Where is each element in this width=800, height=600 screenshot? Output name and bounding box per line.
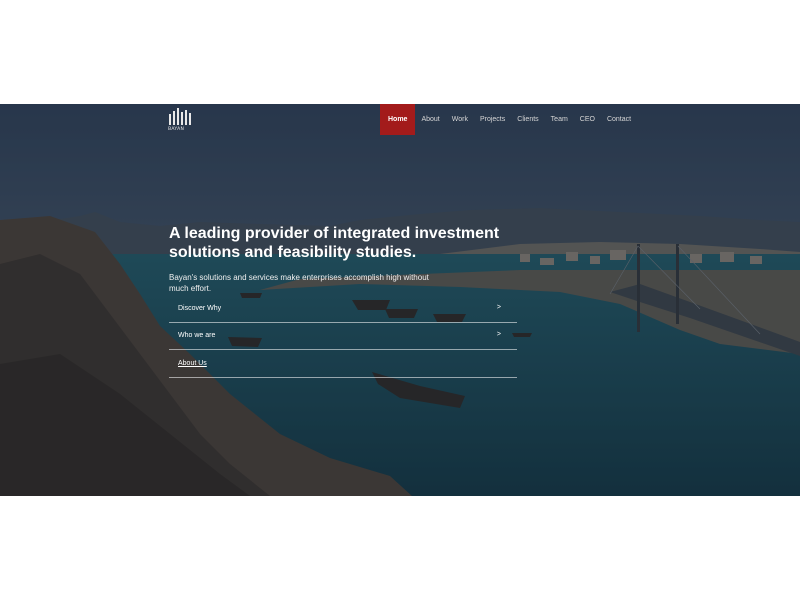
nav-item-work[interactable]: Work bbox=[446, 104, 474, 135]
main-nav: Home About Work Projects Clients Team CE… bbox=[380, 104, 637, 135]
about-us-link[interactable]: About Us bbox=[169, 352, 517, 378]
nav-item-about[interactable]: About bbox=[415, 104, 445, 135]
nav-item-projects[interactable]: Projects bbox=[474, 104, 511, 135]
discover-why-label: Discover Why bbox=[178, 305, 222, 312]
logo[interactable]: BAYAN bbox=[168, 108, 198, 134]
nav-item-ceo[interactable]: CEO bbox=[574, 104, 601, 135]
discover-why-link[interactable]: Discover Why > bbox=[169, 297, 517, 323]
nav-item-contact[interactable]: Contact bbox=[601, 104, 637, 135]
chevron-right-icon: > bbox=[496, 304, 501, 311]
about-us-label: About Us bbox=[178, 360, 207, 367]
hero-headline: A leading provider of integrated investm… bbox=[169, 225, 500, 261]
chevron-right-icon: > bbox=[496, 331, 501, 338]
who-we-are-link[interactable]: Who we are > bbox=[169, 324, 517, 350]
logo-icon bbox=[169, 108, 191, 125]
logo-text: BAYAN bbox=[168, 127, 185, 132]
nav-item-team[interactable]: Team bbox=[545, 104, 574, 135]
nav-item-home[interactable]: Home bbox=[380, 104, 416, 135]
hero-subtext: Bayan's solutions and services make ente… bbox=[169, 273, 429, 293]
who-we-are-label: Who we are bbox=[178, 332, 216, 339]
nav-item-clients[interactable]: Clients bbox=[511, 104, 544, 135]
